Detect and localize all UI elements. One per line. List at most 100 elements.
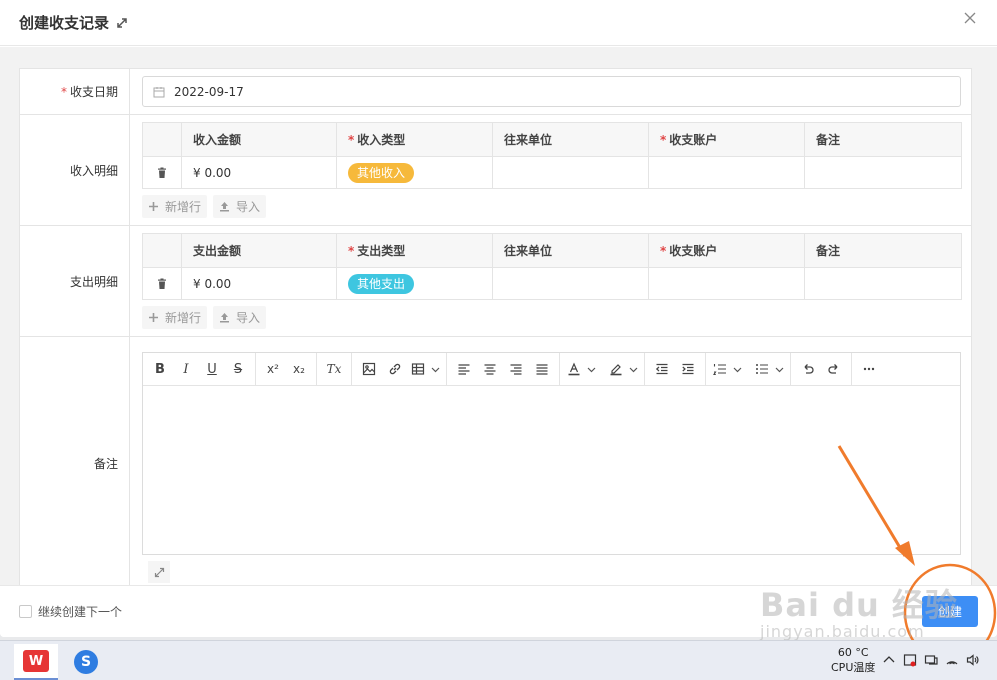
expense-party-cell[interactable]: [492, 267, 649, 300]
image-icon: [362, 362, 376, 376]
trash-icon[interactable]: [156, 167, 168, 179]
more-button[interactable]: [856, 357, 882, 381]
image-button[interactable]: [356, 357, 382, 381]
expand-icon[interactable]: [115, 16, 129, 30]
editor-content[interactable]: [143, 386, 960, 554]
cpu-temp-widget[interactable]: 60 °C CPU温度: [831, 645, 875, 675]
continue-create-checkbox[interactable]: [19, 605, 32, 618]
income-note-cell[interactable]: [804, 156, 962, 189]
expense-table: 支出金额 * 支出类型 往来单位 * 收支账户 备注 ¥ 0.00 其他支出: [142, 233, 962, 300]
taskbar-sogou-app[interactable]: S: [64, 644, 108, 680]
underline-button[interactable]: U: [199, 357, 225, 381]
expense-type-header: * 支出类型: [336, 233, 493, 268]
income-add-row-button[interactable]: 新增行: [142, 195, 208, 218]
expense-note-header: 备注: [804, 233, 962, 268]
chevron-down-icon: [775, 367, 783, 372]
more-icon: [863, 367, 875, 371]
expense-note-cell[interactable]: [804, 267, 962, 300]
cpu-temp-value: 60 °C: [837, 646, 869, 659]
indent-icon: [682, 363, 694, 375]
taskbar-wps-app[interactable]: W: [14, 644, 58, 680]
table-dropdown[interactable]: [428, 365, 442, 374]
income-amount-cell[interactable]: ¥ 0.00: [181, 156, 337, 189]
close-icon[interactable]: [963, 11, 977, 25]
undo-button[interactable]: [795, 357, 821, 381]
align-center-button[interactable]: [477, 357, 503, 381]
align-left-button[interactable]: [451, 357, 477, 381]
clear-format-button[interactable]: Tx: [321, 357, 347, 381]
plus-icon: [149, 202, 158, 211]
expense-account-cell[interactable]: [648, 267, 805, 300]
expense-amount-header: 支出金额: [181, 233, 337, 268]
cpu-temp-label: CPU温度: [831, 661, 876, 674]
continue-create-label[interactable]: 继续创建下一个: [38, 603, 122, 620]
upload-icon: [220, 313, 230, 323]
chevron-up-icon[interactable]: [882, 653, 896, 667]
table-row: ¥ 0.00 其他收入: [142, 156, 962, 189]
date-input[interactable]: 2022-09-17: [142, 76, 961, 107]
security-icon[interactable]: [903, 653, 917, 667]
create-button[interactable]: 创建: [922, 596, 978, 627]
bold-button[interactable]: B: [147, 357, 173, 381]
expense-add-row-button[interactable]: 新增行: [142, 306, 208, 329]
editor-fullscreen-button[interactable]: [148, 561, 170, 583]
rich-text-editor: B I U S x² x₂ Tx: [142, 352, 961, 555]
highlight-dropdown[interactable]: [626, 365, 640, 374]
remark-row: 备注 B I U S x² x₂ Tx: [20, 337, 971, 585]
income-type-cell[interactable]: 其他收入: [336, 156, 493, 189]
table-button[interactable]: [408, 357, 428, 381]
editor-toolbar: B I U S x² x₂ Tx: [143, 353, 960, 386]
strikethrough-button[interactable]: S: [225, 357, 251, 381]
table-icon: [411, 363, 425, 375]
income-type-tag[interactable]: 其他收入: [348, 162, 415, 183]
dialog-title: 创建收支记录: [19, 14, 110, 32]
expense-label: 支出明细: [20, 226, 130, 336]
align-center-icon: [484, 364, 496, 375]
income-table: 收入金额 * 收入类型 往来单位 * 收支账户 备注 ¥ 0.00 其他收入: [142, 122, 962, 189]
wps-icon: W: [23, 650, 49, 672]
income-party-cell[interactable]: [492, 156, 649, 189]
align-right-icon: [510, 364, 522, 375]
bullet-list-dropdown[interactable]: [772, 365, 786, 374]
align-right-button[interactable]: [503, 357, 529, 381]
volume-icon[interactable]: [966, 653, 980, 667]
font-color-dropdown[interactable]: [584, 365, 598, 374]
expense-account-header: * 收支账户: [648, 233, 805, 268]
expense-amount-cell[interactable]: ¥ 0.00: [181, 267, 337, 300]
system-tray: [882, 653, 980, 667]
expense-type-cell[interactable]: 其他支出: [336, 267, 493, 300]
link-button[interactable]: [382, 357, 408, 381]
expense-type-tag[interactable]: 其他支出: [348, 273, 415, 294]
display-icon[interactable]: [924, 653, 938, 667]
highlight-button[interactable]: [606, 357, 626, 381]
income-import-button[interactable]: 导入: [213, 195, 267, 218]
expense-table-header: 支出金额 * 支出类型 往来单位 * 收支账户 备注: [142, 233, 962, 268]
font-color-button[interactable]: [564, 357, 584, 381]
italic-button[interactable]: I: [173, 357, 199, 381]
expense-import-button[interactable]: 导入: [213, 306, 267, 329]
sogou-icon: S: [74, 650, 98, 674]
redo-icon: [828, 364, 838, 374]
redo-button[interactable]: [821, 357, 847, 381]
dialog-header: 创建收支记录: [0, 0, 997, 46]
ordered-list-button[interactable]: [710, 357, 730, 381]
align-left-icon: [458, 364, 470, 375]
income-account-cell[interactable]: [648, 156, 805, 189]
ordered-list-dropdown[interactable]: [730, 365, 744, 374]
indent-button[interactable]: [675, 357, 701, 381]
align-justify-icon: [536, 364, 548, 375]
superscript-button[interactable]: x²: [260, 357, 286, 381]
trash-icon[interactable]: [156, 278, 168, 290]
income-row: 收入明细 收入金额 * 收入类型 往来单位 * 收支账户 备注 ¥ 0.00 其…: [20, 115, 971, 226]
expand-icon: [154, 567, 164, 577]
income-account-header: * 收支账户: [648, 122, 805, 157]
chevron-down-icon: [733, 367, 741, 372]
network-icon[interactable]: [945, 653, 959, 667]
subscript-button[interactable]: x₂: [286, 357, 312, 381]
windows-taskbar: W S 60 °C CPU温度: [0, 640, 997, 680]
align-justify-button[interactable]: [529, 357, 555, 381]
undo-icon: [804, 364, 814, 374]
income-table-header: 收入金额 * 收入类型 往来单位 * 收支账户 备注: [142, 122, 962, 157]
outdent-button[interactable]: [649, 357, 675, 381]
bullet-list-button[interactable]: [752, 357, 772, 381]
